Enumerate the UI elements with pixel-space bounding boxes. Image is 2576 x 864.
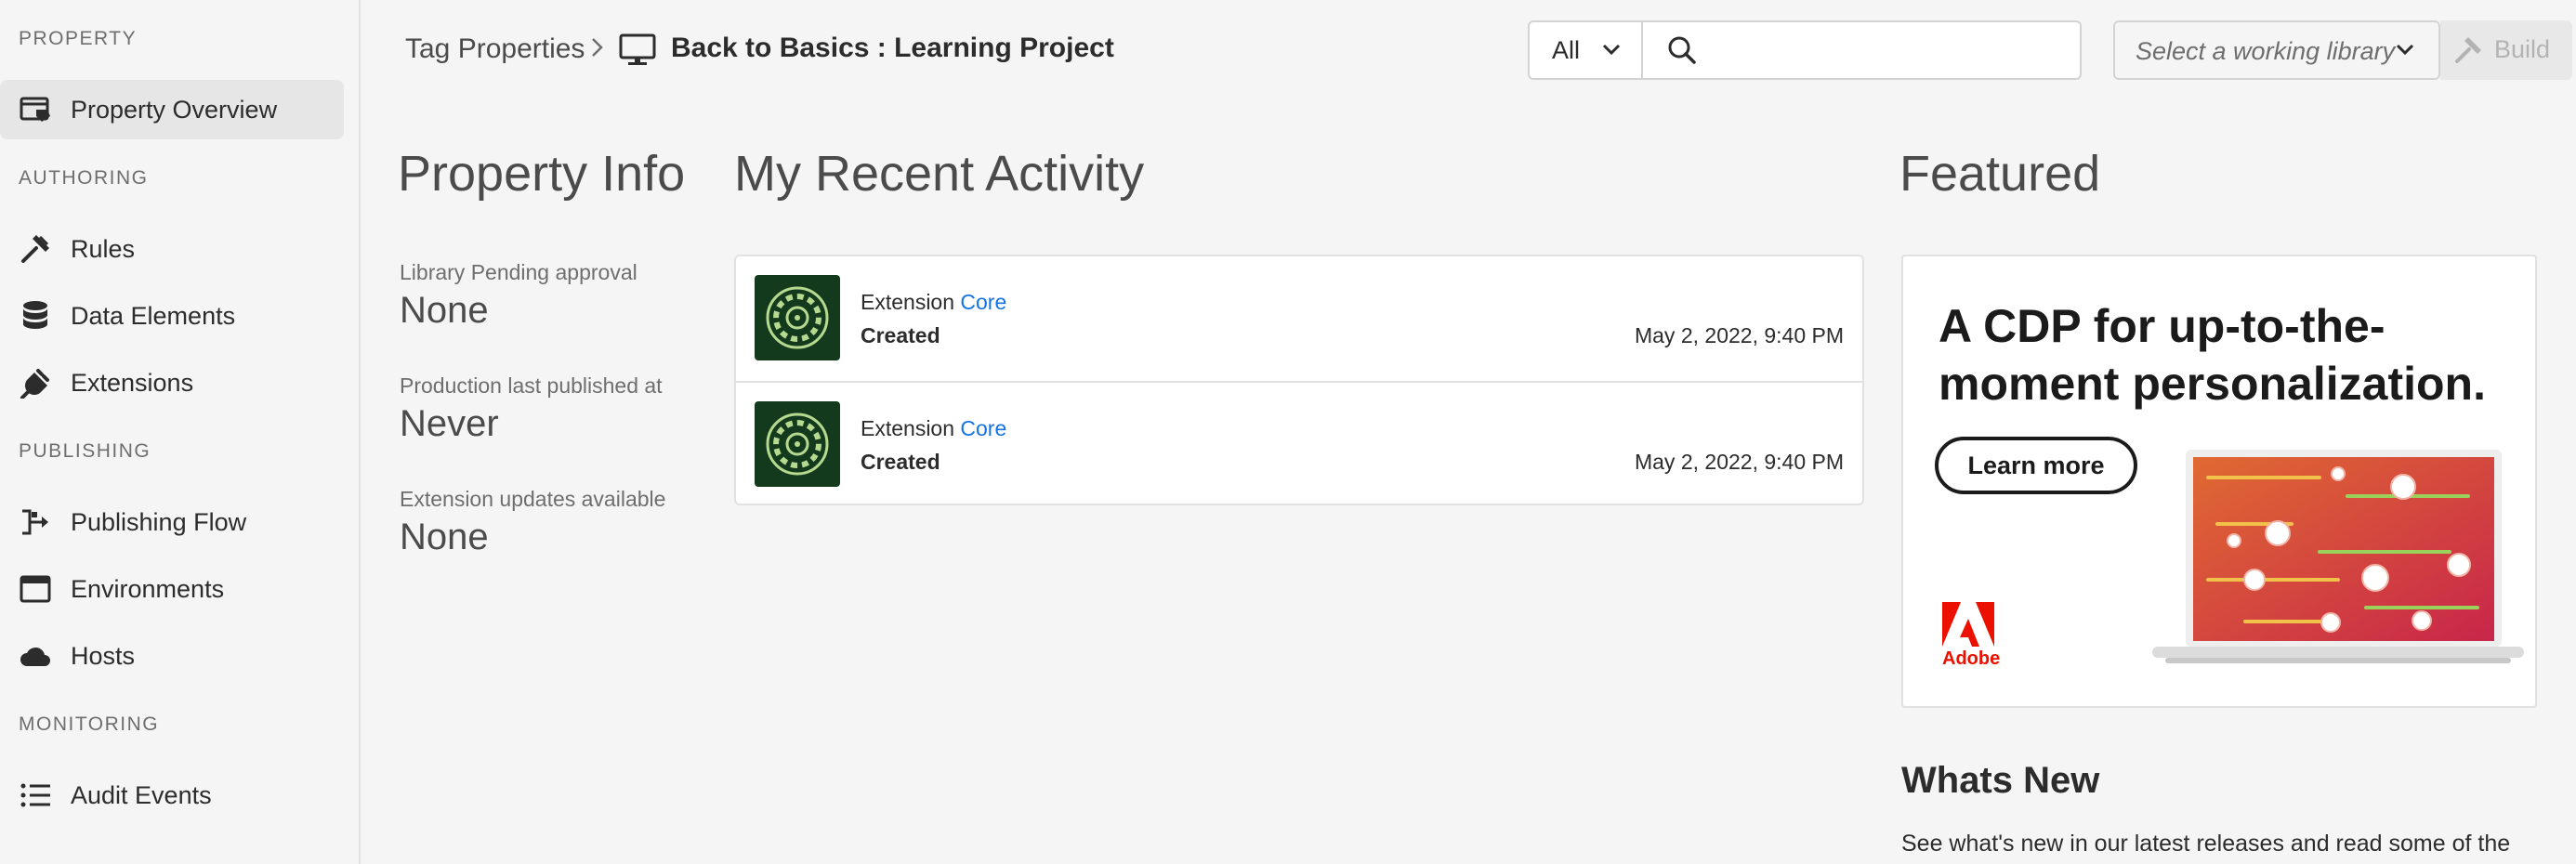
- rules-icon: [19, 232, 52, 266]
- info-value: Never: [400, 403, 499, 444]
- activity-status: Created: [861, 450, 940, 474]
- sidebar-item-publishing-flow[interactable]: Publishing Flow: [0, 492, 344, 552]
- activity-timestamp: May 2, 2022, 9:40 PM: [1634, 323, 1844, 347]
- activity-title: Extension Core: [861, 416, 1006, 441]
- sidebar-item-label: Property Overview: [71, 95, 278, 124]
- window-icon: [19, 572, 52, 606]
- build-button[interactable]: Build: [2440, 20, 2572, 80]
- recent-activity-title: My Recent Activity: [734, 146, 1145, 202]
- database-icon: [19, 299, 52, 333]
- featured-headline: A CDP for up-to-the-moment personalizati…: [1939, 300, 2486, 410]
- sidebar-item-extensions[interactable]: Extensions: [0, 353, 344, 412]
- sidebar-item-label: Audit Events: [71, 780, 212, 809]
- chevron-down-icon: [1602, 43, 1621, 60]
- activity-list: Extension Core Created May 2, 2022, 9:40…: [734, 255, 1864, 505]
- breadcrumb-tag-properties[interactable]: Tag Properties: [405, 33, 585, 65]
- core-extension-icon: [755, 275, 840, 360]
- sidebar-item-rules[interactable]: Rules: [0, 219, 344, 279]
- activity-status: Created: [861, 323, 940, 347]
- working-library-label: Select a working library: [2136, 37, 2396, 65]
- featured-ad-card[interactable]: A CDP for up-to-the-moment personalizati…: [1901, 255, 2537, 708]
- cloud-icon: [19, 639, 52, 673]
- section-property: PROPERTY: [19, 28, 138, 49]
- chevron-right-icon: [591, 35, 604, 64]
- core-extension-icon: [755, 401, 840, 487]
- property-info-title: Property Info: [398, 146, 686, 202]
- search-scope-label: All: [1552, 35, 1581, 64]
- adobe-logo-icon: [1942, 602, 1994, 653]
- property-title: Back to Basics : Learning Project: [671, 33, 1114, 63]
- sidebar-item-label: Data Elements: [71, 301, 236, 330]
- info-label: Library Pending approval: [400, 260, 637, 284]
- plug-icon: [19, 366, 52, 399]
- search-bar: All: [1528, 20, 2082, 80]
- activity-link-core[interactable]: Core: [960, 416, 1006, 440]
- featured-title: Featured: [1899, 146, 2101, 202]
- whats-new-title: Whats New: [1901, 760, 2100, 801]
- info-label: Production last published at: [400, 373, 663, 398]
- property-overview-icon: [19, 93, 52, 126]
- sidebar-item-property-overview[interactable]: Property Overview: [0, 80, 344, 139]
- activity-item[interactable]: Extension Core Created May 2, 2022, 9:40…: [736, 381, 1862, 505]
- activity-type: Extension: [861, 416, 955, 440]
- sidebar: PROPERTY Property Overview AUTHORING Rul…: [0, 0, 361, 864]
- activity-timestamp: May 2, 2022, 9:40 PM: [1634, 450, 1844, 474]
- sidebar-item-label: Extensions: [71, 368, 194, 397]
- whats-new-description: See what's new in our latest releases an…: [1901, 831, 2511, 857]
- sidebar-item-environments[interactable]: Environments: [0, 559, 344, 619]
- section-authoring: AUTHORING: [19, 167, 149, 189]
- sidebar-item-label: Hosts: [71, 641, 136, 670]
- search-scope-dropdown[interactable]: All: [1530, 22, 1643, 78]
- activity-item[interactable]: Extension Core Created May 2, 2022, 9:40…: [736, 256, 1862, 381]
- activity-link-core[interactable]: Core: [960, 290, 1006, 314]
- adobe-brand-text: Adobe: [1942, 648, 2001, 669]
- chevron-down-icon: [2396, 43, 2414, 60]
- monitor-icon: [619, 33, 656, 72]
- sidebar-item-data-elements[interactable]: Data Elements: [0, 286, 344, 346]
- laptop-illustration: [2152, 450, 2524, 677]
- search-icon: [1667, 35, 1697, 70]
- sidebar-item-label: Rules: [71, 234, 136, 263]
- section-publishing: PUBLISHING: [19, 440, 151, 462]
- sidebar-item-label: Environments: [71, 574, 225, 603]
- list-icon: [19, 779, 52, 812]
- hammer-icon: [2453, 35, 2483, 70]
- sidebar-item-audit-events[interactable]: Audit Events: [0, 766, 344, 825]
- build-label: Build: [2494, 35, 2551, 63]
- working-library-select[interactable]: Select a working library: [2113, 20, 2440, 80]
- activity-title: Extension Core: [861, 290, 1006, 315]
- learn-more-button[interactable]: Learn more: [1935, 437, 2137, 494]
- search-input[interactable]: [1706, 30, 2069, 71]
- sidebar-item-hosts[interactable]: Hosts: [0, 626, 344, 686]
- activity-type: Extension: [861, 290, 955, 314]
- info-value: None: [400, 517, 489, 557]
- section-monitoring: MONITORING: [19, 713, 160, 735]
- publishing-flow-icon: [19, 505, 52, 539]
- sidebar-item-label: Publishing Flow: [71, 507, 247, 536]
- info-value: None: [400, 290, 489, 331]
- info-label: Extension updates available: [400, 487, 666, 511]
